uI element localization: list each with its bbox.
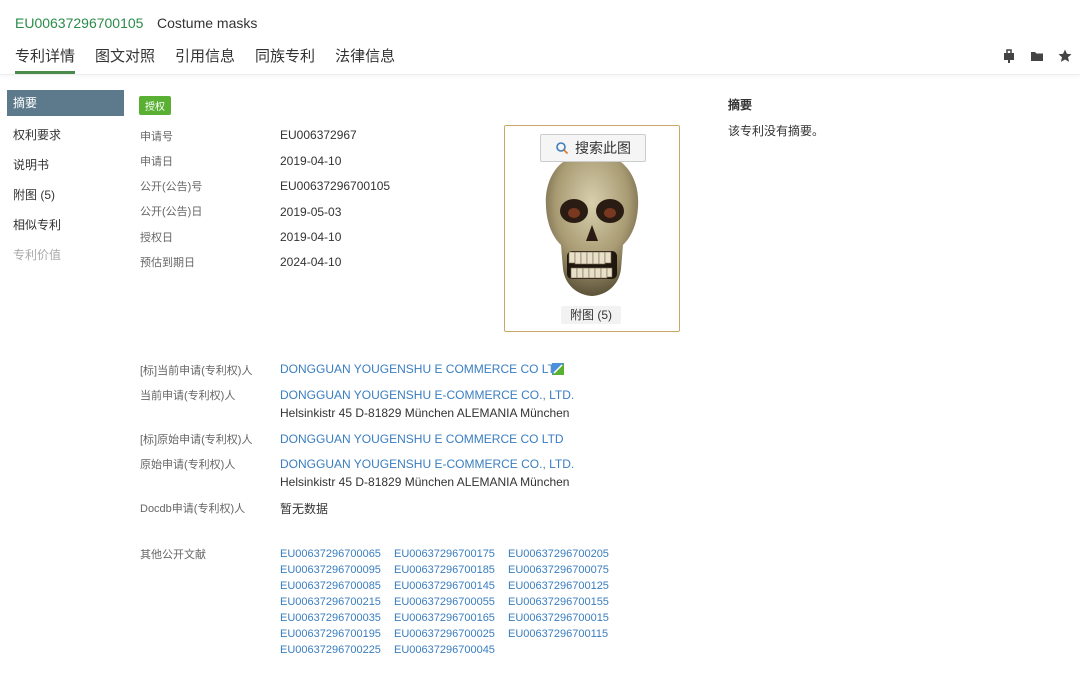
- tab-citations[interactable]: 引用信息: [175, 45, 235, 74]
- tab-patent-details[interactable]: 专利详情: [15, 45, 76, 74]
- other-doc-link[interactable]: EU00637296700035: [280, 610, 394, 626]
- sidebar-item-abstract[interactable]: 摘要: [7, 90, 124, 116]
- other-doc-link[interactable]: EU00637296700225: [280, 642, 394, 658]
- folder-icon[interactable]: [1030, 49, 1044, 63]
- std-original-applicant-label: [标]原始申请(专利权)人: [140, 434, 253, 446]
- original-applicant-link[interactable]: DONGGUAN YOUGENSHU E-COMMERCE CO., LTD.: [280, 457, 574, 471]
- grant-date-value: 2019-04-10: [280, 230, 342, 244]
- publication-date-value: 2019-05-03: [280, 205, 342, 219]
- expiry-date-value: 2024-04-10: [280, 255, 342, 269]
- other-doc-link[interactable]: EU00637296700215: [280, 594, 394, 610]
- grant-date-label: 授权日: [140, 232, 173, 244]
- figure-preview[interactable]: 搜索此图 附图 (5): [504, 125, 680, 332]
- docdb-applicant-value: 暂无数据: [280, 502, 329, 516]
- search-image-label: 搜索此图: [575, 140, 631, 156]
- other-doc-link[interactable]: EU00637296700195: [280, 626, 394, 642]
- toolbar: [1002, 49, 1072, 63]
- other-doc-link[interactable]: EU00637296700145: [394, 578, 508, 594]
- publication-number-label: 公开(公告)号: [140, 181, 203, 193]
- application-date-label: 申请日: [140, 156, 173, 168]
- other-doc-link[interactable]: EU00637296700075: [508, 562, 622, 578]
- sidebar: 摘要 权利要求 说明书 附图 (5) 相似专利 专利价值: [7, 90, 124, 270]
- current-applicant-label: 当前申请(专利权)人: [140, 390, 236, 402]
- tab-family[interactable]: 同族专利: [255, 45, 315, 74]
- search-icon: [556, 142, 569, 155]
- sidebar-item-value: 专利价值: [13, 248, 62, 262]
- skull-mask-image[interactable]: [541, 151, 643, 301]
- other-doc-link[interactable]: EU00637296700185: [394, 562, 508, 578]
- other-doc-link[interactable]: EU00637296700095: [280, 562, 394, 578]
- other-doc-link[interactable]: EU00637296700165: [394, 610, 508, 626]
- other-doc-link[interactable]: EU00637296700155: [508, 594, 622, 610]
- std-current-applicant-link[interactable]: DONGGUAN YOUGENSHU E COMMERCE CO LTD: [280, 362, 564, 376]
- std-current-applicant-label: [标]当前申请(专利权)人: [140, 365, 253, 377]
- other-doc-link[interactable]: EU00637296700025: [394, 626, 508, 642]
- other-doc-link[interactable]: EU00637296700015: [508, 610, 622, 626]
- original-applicant-address: Helsinkistr 45 D-81829 München ALEMANIA …: [280, 475, 570, 489]
- application-number-label: 申请号: [140, 131, 173, 143]
- status-badge: 授权: [139, 96, 171, 115]
- star-icon[interactable]: [1058, 49, 1072, 63]
- current-applicant-link[interactable]: DONGGUAN YOUGENSHU E-COMMERCE CO., LTD.: [280, 388, 574, 402]
- docdb-applicant-label: Docdb申请(专利权)人: [140, 503, 246, 515]
- application-number-value: EU006372967: [280, 128, 357, 142]
- publication-number: EU00637296700105: [15, 15, 144, 31]
- search-image-button[interactable]: 搜索此图: [540, 134, 646, 162]
- sidebar-item-claims[interactable]: 权利要求: [7, 120, 124, 150]
- publication-number-value: EU00637296700105: [280, 179, 391, 193]
- other-doc-link[interactable]: EU00637296700065: [280, 546, 394, 562]
- tab-text-figure[interactable]: 图文对照: [95, 45, 155, 74]
- other-doc-link[interactable]: EU00637296700055: [394, 594, 508, 610]
- std-original-applicant-link[interactable]: DONGGUAN YOUGENSHU E COMMERCE CO LTD: [280, 432, 564, 446]
- figures-button[interactable]: 附图 (5): [561, 306, 621, 324]
- other-doc-link[interactable]: EU00637296700115: [508, 626, 622, 642]
- current-applicant-address: Helsinkistr 45 D-81829 München ALEMANIA …: [280, 406, 570, 420]
- other-docs-label: 其他公开文献: [140, 549, 206, 561]
- application-date-value: 2019-04-10: [280, 154, 342, 168]
- other-doc-link[interactable]: EU00637296700205: [508, 546, 622, 562]
- patent-title: Costume masks: [157, 15, 258, 31]
- tab-legal[interactable]: 法律信息: [335, 45, 395, 74]
- flag-icon: [552, 363, 564, 375]
- tab-bar: 专利详情 图文对照 引用信息 同族专利 法律信息: [15, 45, 395, 74]
- sidebar-item-similar[interactable]: 相似专利: [7, 210, 124, 240]
- other-doc-link[interactable]: EU00637296700045: [394, 642, 508, 658]
- sidebar-item-description[interactable]: 说明书: [7, 150, 124, 180]
- publication-date-label: 公开(公告)日: [140, 206, 203, 218]
- clip-icon[interactable]: [1002, 49, 1016, 63]
- sidebar-item-figures[interactable]: 附图 (5): [7, 180, 124, 210]
- expiry-date-label: 预估到期日: [140, 257, 195, 269]
- top-bar: EU00637296700105 Costume masks 专利详情 图文对照…: [0, 0, 1080, 75]
- abstract-title: 摘要: [728, 98, 753, 112]
- original-applicant-label: 原始申请(专利权)人: [140, 459, 236, 471]
- other-doc-link[interactable]: EU00637296700175: [394, 546, 508, 562]
- abstract-text: 该专利没有摘要。: [728, 124, 825, 138]
- other-doc-link[interactable]: EU00637296700125: [508, 578, 622, 594]
- other-doc-link[interactable]: EU00637296700085: [280, 578, 394, 594]
- other-docs-list: EU00637296700065 EU00637296700175 EU006372…: [280, 546, 640, 658]
